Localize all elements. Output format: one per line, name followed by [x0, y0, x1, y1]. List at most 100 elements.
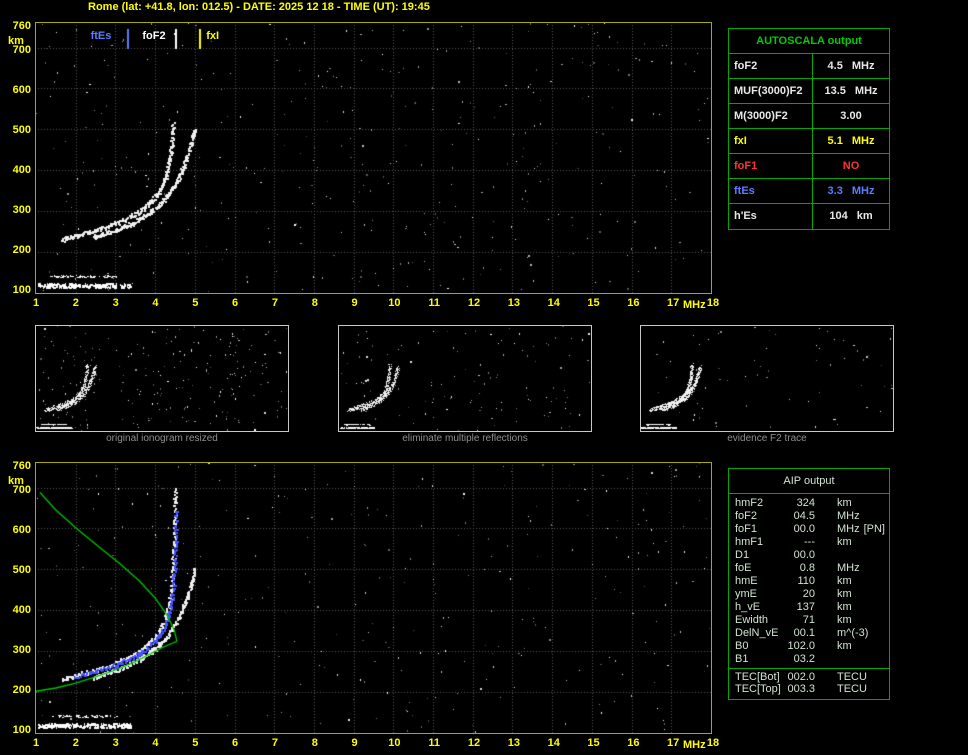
- aip-row-note: [PN]: [863, 523, 885, 535]
- thumbnail-eliminate-reflections: [338, 325, 592, 432]
- aip-row-value: 04.5: [793, 510, 815, 522]
- autoscala-row-value: 4.5: [827, 60, 843, 72]
- top-xtick-9: 9: [351, 297, 358, 309]
- autoscala-row-value: 5.1: [827, 135, 843, 147]
- caption-original-ionogram: original ionogram resized: [106, 433, 218, 444]
- thumbnail-evidence-canvas: [641, 326, 893, 431]
- top-xtick-15: 15: [587, 297, 600, 309]
- aip-output-table: AIP output hmF2 324 km foF2 04.5 MHz foF1 00.0 M…: [728, 468, 890, 700]
- autoscala-row-foF1: foF1 NO: [729, 154, 889, 179]
- bottom-ytick-600: 600: [12, 524, 31, 536]
- caption-eliminate-reflections: eliminate multiple reflections: [402, 433, 528, 444]
- aip-row-unit: TECU: [837, 670, 867, 683]
- aip-row-DelN_vE: DelN_vE 00.1 m^(-3): [729, 627, 889, 640]
- aip-row-unit: MHz: [837, 523, 860, 535]
- thumbnail-original-canvas: [36, 326, 288, 431]
- top-ionogram-canvas: [36, 23, 711, 293]
- top-ionogram-plot: ftEs foF2 fxI: [35, 22, 712, 294]
- autoscala-row-label: MUF(3000)F2: [729, 79, 813, 103]
- autoscala-row-label: foF2: [729, 54, 813, 78]
- aip-row-foF2: foF2 04.5 MHz: [729, 510, 889, 523]
- bottom-xtick-3: 3: [112, 737, 119, 749]
- aip-row-label: B0: [735, 640, 749, 652]
- top-xtick-7: 7: [271, 297, 278, 309]
- autoscala-row-label: ftEs: [729, 179, 813, 203]
- aip-row-label: hmE: [735, 575, 758, 587]
- top-xtick-18: 18: [706, 297, 720, 309]
- top-xtick-8: 8: [311, 297, 318, 309]
- aip-row-hmF2: hmF2 324 km: [729, 497, 889, 510]
- autoscala-row-unit: MHz: [851, 185, 875, 197]
- top-ytick-600: 600: [12, 84, 31, 96]
- autoscala-row-MUF(3000)F2: MUF(3000)F2 13.5 MHz: [729, 79, 889, 104]
- aip-row-label: B1: [735, 653, 749, 665]
- bottom-xtick-4: 4: [152, 737, 159, 749]
- bottom-xtick-8: 8: [311, 737, 318, 749]
- autoscala-row-label: fxI: [729, 129, 813, 153]
- top-xtick-11: 11: [428, 297, 441, 309]
- autoscala-row-values: 4.5 MHz: [813, 54, 889, 78]
- top-ytick-760: 760: [12, 20, 31, 32]
- aip-row-foF1: foF1 00.0 MHz [PN]: [729, 523, 889, 536]
- aip-row-unit: km: [837, 575, 852, 587]
- marker-label-ftEs: ftEs: [90, 30, 112, 42]
- autoscala-row-ftEs: ftEs 3.3 MHz: [729, 179, 889, 204]
- aip-row-unit: km: [837, 640, 852, 652]
- top-ytick-100: 100: [12, 284, 31, 296]
- aip-row-label: TEC[Top]: [735, 683, 781, 695]
- top-xtick-4: 4: [152, 297, 159, 309]
- autoscala-table-rows: foF2 4.5 MHz MUF(3000)F2 13.5 MHz M(3000)F2 3.0…: [729, 54, 889, 229]
- bottom-xtick-1: 1: [32, 737, 40, 749]
- aip-row-hmE: hmE 110 km: [729, 575, 889, 588]
- aip-row-value: 002.0: [787, 670, 815, 683]
- autoscala-row-values: 5.1 MHz: [813, 129, 889, 153]
- top-xtick-1: 1: [32, 297, 40, 309]
- top-xtick-14: 14: [547, 297, 560, 309]
- autoscala-row-M(3000)F2: M(3000)F2 3.00: [729, 104, 889, 129]
- top-xtick-12: 12: [467, 297, 481, 309]
- autoscala-table-header: AUTOSCALA output: [729, 29, 889, 54]
- bottom-xtick-10: 10: [388, 737, 401, 749]
- aip-table-header: AIP output: [729, 469, 889, 494]
- autoscala-app-window: Rome (lat: +41.8, lon: 012.5) - DATE: 20…: [0, 0, 968, 755]
- aip-row-ymE: ymE 20 km: [729, 588, 889, 601]
- aip-row-value: 003.3: [787, 683, 815, 695]
- aip-table-rows: hmF2 324 km foF2 04.5 MHz foF1 00.0 MHz [PN] hmF1-…: [729, 494, 889, 699]
- aip-row-label: foF2: [735, 510, 758, 522]
- aip-row-value: 00.0: [793, 523, 815, 535]
- aip-row-value: 20: [802, 588, 815, 600]
- autoscala-row-values: NO: [813, 154, 889, 178]
- aip-row-value: 00.0: [793, 549, 815, 561]
- autoscala-row-h'Es: h'Es 104 km: [729, 204, 889, 229]
- top-xtick-13: 13: [507, 297, 520, 309]
- autoscala-row-unit: MHz: [851, 135, 875, 147]
- autoscala-row-foF2: foF2 4.5 MHz: [729, 54, 889, 79]
- bottom-ytick-400: 400: [12, 604, 31, 616]
- aip-row-label: foF1: [735, 523, 758, 535]
- aip-row-TEC[Top]: TEC[Top] 003.3 TECU: [729, 683, 889, 696]
- bottom-xtick-5: 5: [192, 737, 199, 749]
- aip-row-unit: m^(-3): [837, 627, 869, 639]
- aip-row-label: h_vE: [735, 601, 761, 613]
- bottom-xtick-17: 17: [667, 737, 680, 749]
- autoscala-row-value: 3.3: [827, 185, 843, 197]
- aip-row-unit: km: [837, 601, 852, 613]
- top-ytick-300: 300: [12, 204, 31, 216]
- top-xtick-10: 10: [388, 297, 401, 309]
- autoscala-row-value: 104: [829, 210, 848, 222]
- aip-row-value: 00.1: [793, 627, 815, 639]
- aip-row-value: 102.0: [787, 640, 815, 652]
- autoscala-row-value: 3.00: [840, 110, 862, 122]
- bottom-xtick-12: 12: [467, 737, 481, 749]
- aip-row-unit: MHz: [837, 562, 860, 574]
- bottom-xtick-6: 6: [232, 737, 239, 749]
- aip-row-h_vE: h_vE 137 km: [729, 601, 889, 614]
- marker-label-fxI: fxI: [206, 30, 220, 42]
- aip-row-unit: km: [837, 588, 852, 600]
- top-xtick-5: 5: [192, 297, 199, 309]
- autoscala-row-unit: km: [856, 210, 873, 222]
- bottom-ytick-760: 760: [12, 460, 31, 472]
- thumbnail-original-ionogram: [35, 325, 289, 432]
- aip-row-label: Ewidth: [735, 614, 769, 626]
- bottom-ytick-300: 300: [12, 644, 31, 656]
